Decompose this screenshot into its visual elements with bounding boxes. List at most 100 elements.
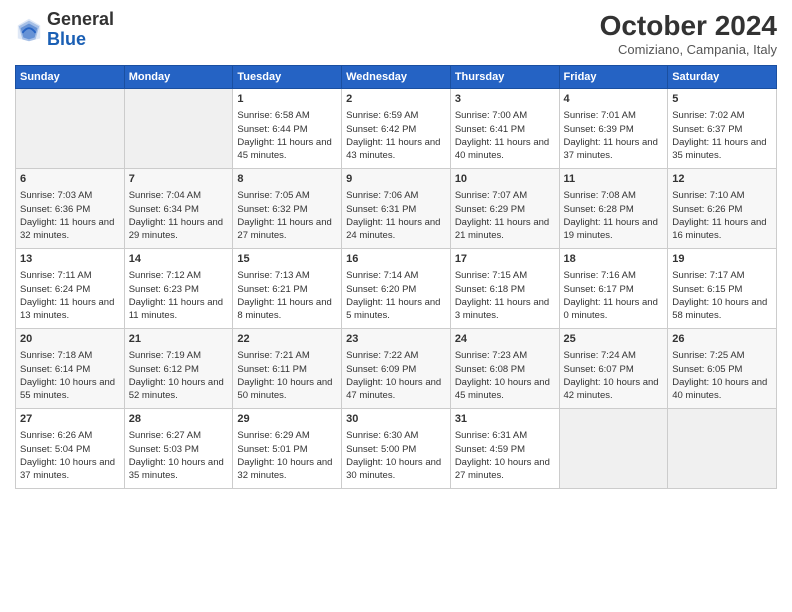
calendar-cell: 26Sunrise: 7:25 AMSunset: 6:05 PMDayligh…: [668, 329, 777, 409]
logo-general: General: [47, 9, 114, 29]
day-info-line: Sunset: 6:08 PM: [455, 363, 555, 376]
calendar-cell: [16, 89, 125, 169]
calendar-week-row: 6Sunrise: 7:03 AMSunset: 6:36 PMDaylight…: [16, 169, 777, 249]
calendar-cell: 19 Sunrise: 7:17 AMSunset: 6:15 PMDayligh…: [668, 249, 777, 329]
day-info-line: Daylight: 10 hours and 32 minutes.: [237, 456, 337, 483]
day-info-line: Daylight: 10 hours and 30 minutes.: [346, 456, 446, 483]
day-info-line: Sunset: 6:18 PM: [455, 283, 555, 296]
day-info-line: Sunset: 6:05 PM: [672, 363, 772, 376]
logo: General Blue: [15, 10, 114, 50]
calendar-cell: 15Sunrise: 7:13 AMSunset: 6:21 PMDayligh…: [233, 249, 342, 329]
calendar-week-row: 13 Sunrise: 7:11 AMSunset: 6:24 PM Dayligh…: [16, 249, 777, 329]
day-number: 30: [346, 412, 446, 427]
calendar-cell: [559, 409, 668, 489]
day-number: 18: [564, 252, 664, 267]
day-number: 27: [20, 412, 120, 427]
weekday-header: Saturday: [668, 66, 777, 89]
day-info-line: Sunrise: 7:11 AM: [20, 269, 120, 282]
day-info-line: Daylight: 11 hours and 27 minutes.: [237, 216, 337, 243]
day-info-line: Sunrise: 7:08 AM: [564, 189, 664, 202]
calendar-cell: 20Sunrise: 7:18 AMSunset: 6:14 PMDayligh…: [16, 329, 125, 409]
day-info-line: Daylight: 11 hours and 21 minutes.: [455, 216, 555, 243]
weekday-row: SundayMondayTuesdayWednesdayThursdayFrid…: [16, 66, 777, 89]
day-info-line: Daylight: 11 hours and 5 minutes.: [346, 296, 446, 323]
calendar-cell: 29Sunrise: 6:29 AMSunset: 5:01 PMDayligh…: [233, 409, 342, 489]
day-info-line: Daylight: 10 hours and 35 minutes.: [129, 456, 229, 483]
day-number: 19: [672, 252, 772, 267]
day-number: 25: [564, 332, 664, 347]
day-info-line: Sunrise: 7:17 AM: [672, 269, 772, 282]
calendar-cell: 30 Sunrise: 6:30 AMSunset: 5:00 PMDayligh…: [342, 409, 451, 489]
day-info-line: Daylight: 11 hours and 45 minutes.: [237, 136, 337, 163]
day-number: 21: [129, 332, 229, 347]
day-info-line: Daylight: 11 hours and 0 minutes.: [564, 296, 664, 323]
calendar-cell: 22Sunrise: 7:21 AMSunset: 6:11 PMDayligh…: [233, 329, 342, 409]
day-info-line: Sunset: 6:11 PM: [237, 363, 337, 376]
calendar-cell: 3Sunrise: 7:00 AMSunset: 6:41 PMDaylight…: [450, 89, 559, 169]
day-info-line: Sunset: 6:12 PM: [129, 363, 229, 376]
day-info-line: Daylight: 11 hours and 40 minutes.: [455, 136, 555, 163]
day-number: 8: [237, 172, 337, 187]
day-info-line: Daylight: 11 hours and 11 minutes.: [129, 296, 229, 323]
calendar-cell: 21Sunrise: 7:19 AMSunset: 6:12 PMDayligh…: [124, 329, 233, 409]
day-info-line: Daylight: 10 hours and 27 minutes.: [455, 456, 555, 483]
calendar-cell: 8Sunrise: 7:05 AMSunset: 6:32 PMDaylight…: [233, 169, 342, 249]
day-number: 17: [455, 252, 555, 267]
day-info-line: Sunset: 6:24 PM: [20, 283, 120, 296]
day-info-line: Daylight: 10 hours and 55 minutes.: [20, 376, 120, 403]
day-info-line: Sunset: 5:00 PM: [346, 443, 446, 456]
day-number: 7: [129, 172, 229, 187]
day-info-line: Sunrise: 7:05 AM: [237, 189, 337, 202]
weekday-header: Wednesday: [342, 66, 451, 89]
weekday-header: Sunday: [16, 66, 125, 89]
calendar-cell: 23Sunrise: 7:22 AMSunset: 6:09 PMDayligh…: [342, 329, 451, 409]
day-info-line: Daylight: 11 hours and 16 minutes.: [672, 216, 772, 243]
day-number: 31: [455, 412, 555, 427]
day-info-line: Sunset: 5:01 PM: [237, 443, 337, 456]
month-title: October 2024: [600, 10, 777, 42]
day-info-line: Sunrise: 7:18 AM: [20, 349, 120, 362]
day-info-line: Daylight: 11 hours and 24 minutes.: [346, 216, 446, 243]
day-info-line: Sunset: 6:29 PM: [455, 203, 555, 216]
day-number: 1: [237, 92, 337, 107]
day-info-line: Sunset: 6:26 PM: [672, 203, 772, 216]
day-info-line: Daylight: 10 hours and 50 minutes.: [237, 376, 337, 403]
location-subtitle: Comiziano, Campania, Italy: [600, 42, 777, 57]
calendar-cell: 7Sunrise: 7:04 AMSunset: 6:34 PMDaylight…: [124, 169, 233, 249]
day-info-line: Sunset: 6:37 PM: [672, 123, 772, 136]
day-info-line: Sunset: 6:28 PM: [564, 203, 664, 216]
calendar-cell: 14Sunrise: 7:12 AMSunset: 6:23 PMDayligh…: [124, 249, 233, 329]
day-info-line: Sunset: 6:31 PM: [346, 203, 446, 216]
day-number: 11: [564, 172, 664, 187]
day-info-line: Sunrise: 7:23 AM: [455, 349, 555, 362]
day-info-line: Sunset: 6:44 PM: [237, 123, 337, 136]
calendar-cell: [124, 89, 233, 169]
day-info-line: Daylight: 10 hours and 52 minutes.: [129, 376, 229, 403]
day-info-line: Sunrise: 6:31 AM: [455, 429, 555, 442]
day-info-line: Sunrise: 6:58 AM: [237, 109, 337, 122]
day-info-line: Sunset: 6:21 PM: [237, 283, 337, 296]
day-info-line: Daylight: 10 hours and 37 minutes.: [20, 456, 120, 483]
weekday-header: Thursday: [450, 66, 559, 89]
day-info-line: Sunrise: 6:30 AM: [346, 429, 446, 442]
day-info-line: Daylight: 10 hours and 40 minutes.: [672, 376, 772, 403]
day-info-line: Daylight: 11 hours and 32 minutes.: [20, 216, 120, 243]
day-info-line: Daylight: 10 hours and 45 minutes.: [455, 376, 555, 403]
calendar-cell: 6Sunrise: 7:03 AMSunset: 6:36 PMDaylight…: [16, 169, 125, 249]
calendar-header: SundayMondayTuesdayWednesdayThursdayFrid…: [16, 66, 777, 89]
day-info-line: Sunrise: 7:10 AM: [672, 189, 772, 202]
day-info-line: Sunset: 5:04 PM: [20, 443, 120, 456]
day-number: 13: [20, 252, 120, 267]
logo-text: General Blue: [47, 10, 114, 50]
calendar-cell: 25Sunrise: 7:24 AMSunset: 6:07 PMDayligh…: [559, 329, 668, 409]
day-info-line: Daylight: 10 hours and 58 minutes.: [672, 296, 772, 323]
day-info-line: Sunrise: 6:27 AM: [129, 429, 229, 442]
day-info-line: Sunrise: 7:01 AM: [564, 109, 664, 122]
day-info-line: Sunrise: 7:13 AM: [237, 269, 337, 282]
calendar-cell: 28Sunrise: 6:27 AMSunset: 5:03 PMDayligh…: [124, 409, 233, 489]
day-info-line: Daylight: 11 hours and 43 minutes.: [346, 136, 446, 163]
day-number: 29: [237, 412, 337, 427]
day-info-line: Sunset: 6:15 PM: [672, 283, 772, 296]
day-info-line: Sunrise: 7:21 AM: [237, 349, 337, 362]
calendar-cell: 16Sunrise: 7:14 AMSunset: 6:20 PMDayligh…: [342, 249, 451, 329]
